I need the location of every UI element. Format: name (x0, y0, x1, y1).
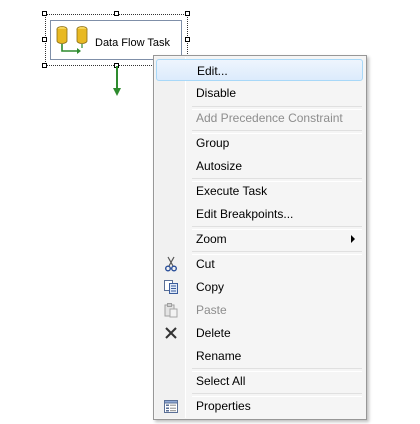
menu-item-execute-task[interactable]: Execute Task (156, 180, 363, 202)
context-menu: Edit... Disable Add Precedence Constrain… (153, 55, 367, 420)
menu-item-cut[interactable]: Cut (156, 253, 363, 275)
menu-item-label: Paste (196, 303, 227, 317)
menu-item-label: Zoom (196, 232, 227, 246)
menu-item-disable[interactable]: Disable (156, 82, 363, 104)
task-label: Data Flow Task (95, 37, 170, 49)
menu-item-label: Properties (196, 399, 251, 413)
menu-item-label: Disable (196, 86, 237, 100)
menu-item-label: Select All (196, 374, 246, 388)
resize-handle-tm[interactable] (114, 11, 119, 16)
menu-item-group[interactable]: Group (156, 132, 363, 154)
menu-item-label: Edit... (197, 64, 228, 78)
properties-icon (164, 400, 178, 413)
copy-icon (164, 280, 178, 294)
submenu-arrow-icon (351, 235, 355, 243)
menu-item-label: Edit Breakpoints... (196, 207, 294, 221)
menu-item-label: Cut (196, 257, 215, 271)
data-flow-task-icon (56, 26, 88, 54)
resize-handle-mr[interactable] (185, 37, 190, 42)
resize-handle-tr[interactable] (185, 11, 190, 16)
menu-item-label: Add Precedence Constraint (196, 111, 343, 125)
resize-handle-tl[interactable] (42, 11, 47, 16)
menu-item-label: Autosize (196, 159, 243, 173)
menu-item-autosize[interactable]: Autosize (156, 155, 363, 177)
menu-item-edit[interactable]: Edit... (156, 59, 363, 81)
cut-icon (165, 256, 177, 272)
menu-item-properties[interactable]: Properties (156, 395, 363, 417)
menu-item-label: Rename (196, 349, 242, 363)
menu-item-add-precedence-constraint[interactable]: Add Precedence Constraint (156, 107, 363, 129)
menu-item-paste[interactable]: Paste (156, 299, 363, 321)
menu-item-label: Execute Task (196, 184, 268, 198)
menu-item-edit-breakpoints[interactable]: Edit Breakpoints... (156, 203, 363, 225)
menu-item-label: Copy (196, 280, 225, 294)
delete-icon (165, 327, 177, 339)
menu-item-zoom[interactable]: Zoom (156, 228, 363, 250)
menu-item-select-all[interactable]: Select All (156, 370, 363, 392)
resize-handle-ml[interactable] (42, 37, 47, 42)
menu-item-label: Delete (196, 326, 231, 340)
paste-icon (164, 303, 178, 318)
menu-item-copy[interactable]: Copy (156, 276, 363, 298)
resize-handle-bl[interactable] (42, 63, 47, 68)
menu-item-rename[interactable]: Rename (156, 345, 363, 367)
menu-item-delete[interactable]: Delete (156, 322, 363, 344)
precedence-connector-arrow[interactable] (112, 66, 122, 98)
menu-item-label: Group (196, 136, 230, 150)
